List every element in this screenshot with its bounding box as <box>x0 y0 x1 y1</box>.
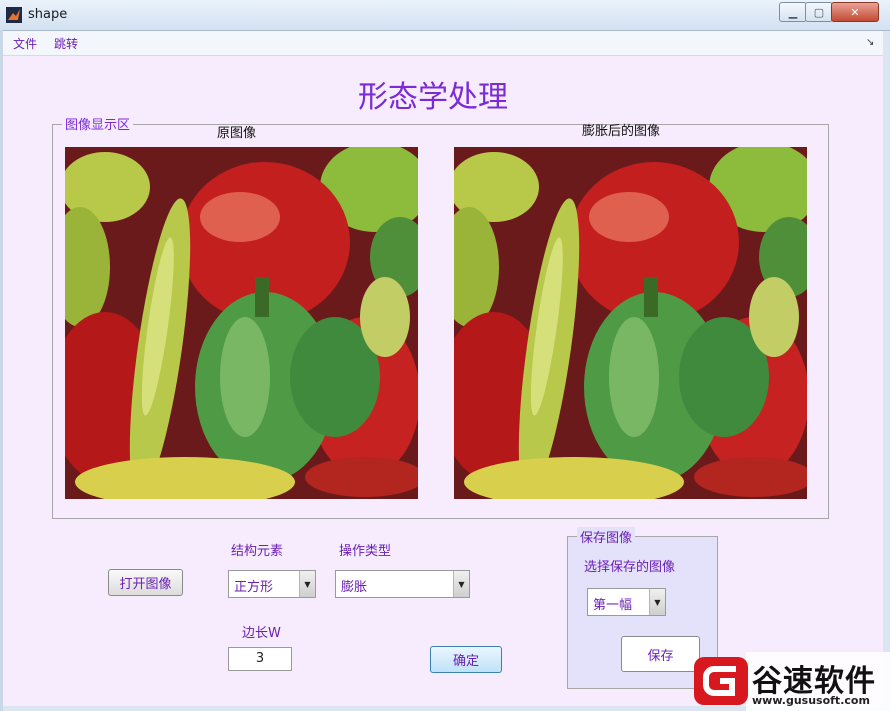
gususoft-logo-icon <box>694 657 748 705</box>
save-image-select[interactable]: 第一幅 ▼ <box>587 588 666 616</box>
maximize-button[interactable]: ▢ <box>805 2 833 22</box>
side-length-input[interactable]: 3 <box>228 647 292 671</box>
matlab-icon <box>6 7 22 23</box>
save-panel-title: 保存图像 <box>577 527 636 546</box>
window-title: shape <box>28 7 68 22</box>
menu-file[interactable]: 文件 <box>13 35 37 52</box>
menu-bar <box>3 31 883 56</box>
struct-element-label: 结构元素 <box>231 544 284 559</box>
confirm-button[interactable]: 确定 <box>430 646 502 673</box>
minimize-button[interactable]: ▁ <box>779 2 807 22</box>
watermark-url: www.gususoft.com <box>752 694 870 707</box>
chevron-down-icon: ▼ <box>453 571 469 597</box>
operation-type-value: 膨胀 <box>341 580 368 595</box>
original-image <box>65 147 418 499</box>
processed-image <box>454 147 807 499</box>
side-length-label: 边长W <box>242 626 281 641</box>
toolbar-expand-icon[interactable]: ↘ <box>866 37 874 48</box>
select-save-image-label: 选择保存的图像 <box>584 560 676 575</box>
operation-type-select[interactable]: 膨胀 ▼ <box>335 570 470 598</box>
close-button[interactable]: ✕ <box>831 2 879 22</box>
struct-element-value: 正方形 <box>234 580 274 595</box>
title-bar <box>0 0 890 31</box>
chevron-down-icon: ▼ <box>649 589 665 615</box>
panel-title: 图像显示区 <box>62 114 134 133</box>
struct-element-select[interactable]: 正方形 ▼ <box>228 570 316 598</box>
operation-type-label: 操作类型 <box>339 544 392 559</box>
open-image-button[interactable]: 打开图像 <box>108 569 183 596</box>
save-button[interactable]: 保存 <box>621 636 700 672</box>
original-image-label: 原图像 <box>217 126 257 141</box>
page-title: 形态学处理 <box>358 80 508 115</box>
save-image-value: 第一幅 <box>593 598 633 613</box>
chevron-down-icon: ▼ <box>299 571 315 597</box>
menu-goto[interactable]: 跳转 <box>54 35 78 52</box>
processed-image-label: 膨胀后的图像 <box>582 124 661 139</box>
